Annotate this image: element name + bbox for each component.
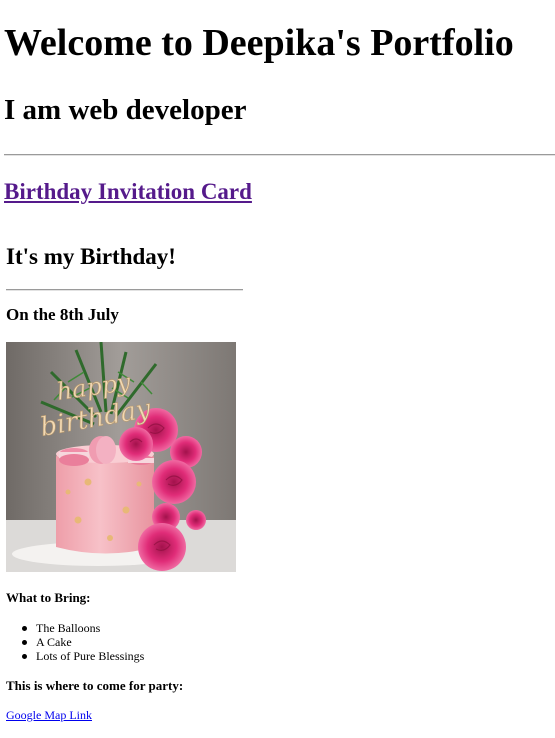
bring-list: The Balloons A Cake Lots of Pure Blessin…	[6, 621, 144, 663]
location-heading: This is where to come for party:	[6, 678, 184, 693]
page-title: Welcome to Deepika's Portfolio	[4, 22, 514, 64]
bring-heading: What to Bring:	[6, 590, 91, 605]
bullet-icon	[22, 654, 27, 659]
invitation-divider	[6, 289, 243, 291]
divider	[4, 154, 555, 156]
page-subtitle: I am web developer	[4, 94, 247, 126]
invitation-heading: It's my Birthday!	[6, 244, 176, 269]
list-item: Lots of Pure Blessings	[6, 649, 144, 663]
list-item-label: The Balloons	[36, 621, 101, 635]
birthday-cake-image: happy birthday	[6, 342, 236, 572]
invitation-date: On the 8th July	[6, 305, 119, 324]
google-map-link[interactable]: Google Map Link	[6, 708, 92, 723]
birthday-card-link[interactable]: Birthday Invitation Card	[4, 179, 252, 204]
list-item-label: Lots of Pure Blessings	[36, 649, 145, 663]
list-item: The Balloons	[6, 621, 144, 635]
bullet-icon	[22, 640, 27, 645]
list-item-label: A Cake	[36, 635, 72, 649]
bullet-icon	[22, 626, 27, 631]
list-item: A Cake	[6, 635, 144, 649]
